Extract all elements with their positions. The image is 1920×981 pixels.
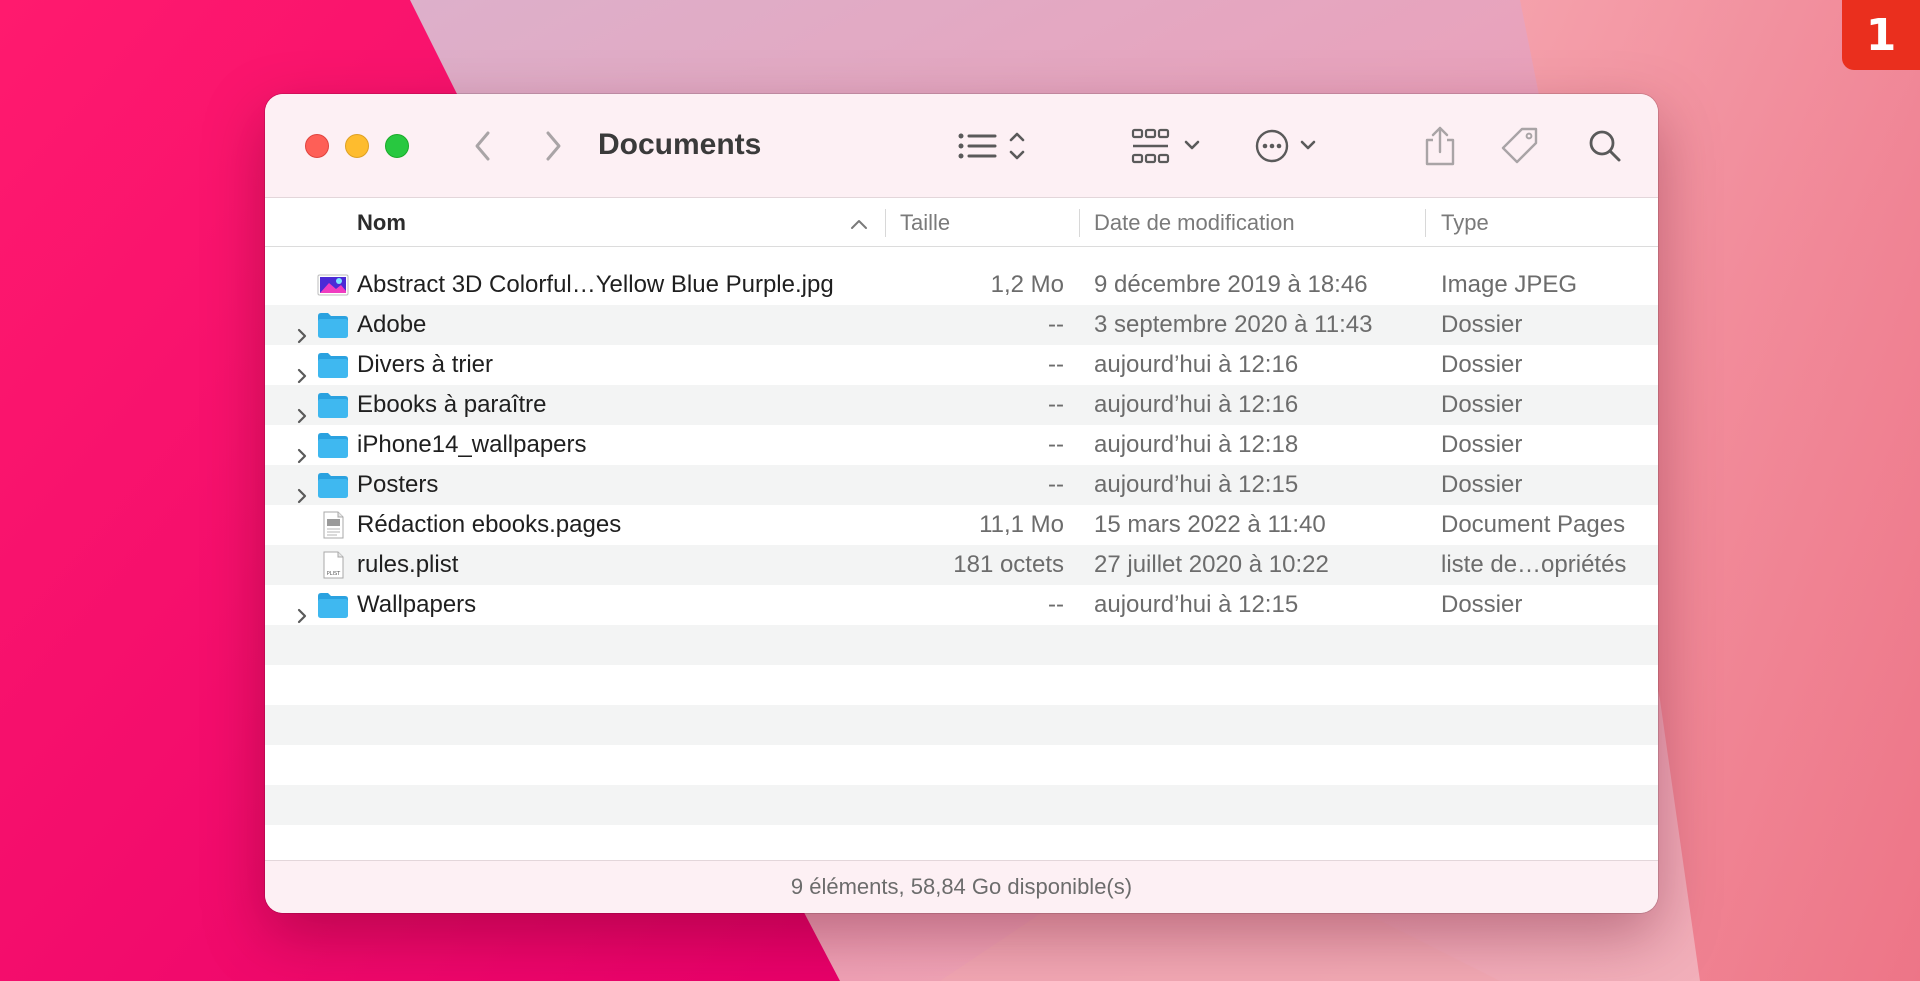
search-icon[interactable] [1583,124,1627,168]
file-size: -- [1048,591,1064,618]
disclosure-chevron-icon[interactable] [295,317,311,344]
column-date-header[interactable]: Date de modification [1094,199,1295,247]
file-row[interactable]: Abstract 3D Colorful…Yellow Blue Purple.… [265,265,1658,305]
file-date: aujourd’hui à 12:16 [1094,351,1299,378]
file-name: Rédaction ebooks.pages [357,511,622,538]
disclosure-chevron-icon[interactable] [295,597,311,624]
sort-ascending-icon[interactable] [848,213,870,235]
pages-document-icon [317,511,349,539]
file-type: Dossier [1441,311,1523,338]
column-type-header[interactable]: Type [1441,199,1489,247]
column-header: Nom Taille Date de modification Type [265,199,1658,247]
file-name: rules.plist [357,551,459,578]
file-date: 3 septembre 2020 à 11:43 [1094,311,1373,338]
column-separator[interactable] [1079,209,1080,237]
folder-icon [317,311,349,339]
file-row[interactable]: PLIST rules.plist 181 octets 27 juillet 202… [265,545,1658,585]
folder-icon [317,471,349,499]
grid-group-icon[interactable] [1131,124,1211,168]
file-row[interactable]: Rédaction ebooks.pages 11,1 Mo 15 mars 202… [265,505,1658,545]
file-row[interactable]: Divers à trier -- aujourd’hui à 12:16 Dossi… [265,345,1658,385]
file-row[interactable]: Adobe -- 3 septembre 2020 à 11:43 Dossier [265,305,1658,345]
file-row[interactable]: Ebooks à paraître -- aujourd’hui à 12:16 Do… [265,385,1658,425]
zoom-button[interactable] [385,134,409,158]
image-file-icon [317,271,349,299]
file-name: Posters [357,471,439,498]
file-size: 181 octets [953,551,1064,578]
file-size: 1,2 Mo [990,271,1064,298]
file-size: -- [1048,351,1064,378]
empty-row [265,705,1658,745]
file-size: -- [1048,311,1064,338]
file-name: iPhone14_wallpapers [357,431,587,458]
file-size: -- [1048,431,1064,458]
file-name: Divers à trier [357,351,494,378]
file-type: Dossier [1441,471,1523,498]
file-name: Adobe [357,311,427,338]
file-name: Abstract 3D Colorful…Yellow Blue Purple.… [357,271,834,298]
column-separator[interactable] [1425,209,1426,237]
folder-icon [317,391,349,419]
tag-icon[interactable] [1497,122,1543,170]
file-size: 11,1 Mo [979,511,1064,538]
share-icon[interactable] [1420,122,1460,170]
file-type: Dossier [1441,351,1523,378]
step-badge: 1 [1842,0,1920,70]
disclosure-chevron-icon[interactable] [295,397,311,424]
file-row[interactable]: Posters -- aujourd’hui à 12:15 Dossier [265,465,1658,505]
ellipsis-circle-icon[interactable] [1250,124,1330,168]
file-date: 9 décembre 2019 à 18:46 [1094,271,1368,298]
disclosure-chevron-icon[interactable] [295,477,311,504]
plist-icon-label: PLIST [327,571,341,577]
file-row[interactable]: iPhone14_wallpapers -- aujourd’hui à 12:18… [265,425,1658,465]
file-name: Wallpapers [357,591,477,618]
file-type: Dossier [1441,391,1523,418]
column-size-header[interactable]: Taille [900,199,950,247]
finder-window: Documents Nom Taille Date de modificatio… [265,94,1658,913]
empty-row [265,665,1658,705]
empty-row [265,825,1658,865]
disclosure-chevron-icon[interactable] [295,437,311,464]
chevron-left-icon[interactable] [463,126,503,166]
folder-icon [317,591,349,619]
file-type: liste de…opriétés [1441,551,1627,578]
column-separator[interactable] [885,209,886,237]
disclosure-chevron-icon[interactable] [295,357,311,384]
file-row[interactable]: Wallpapers -- aujourd’hui à 12:15 Dossier [265,585,1658,625]
list-view-icon[interactable] [953,126,1033,166]
file-date: 15 mars 2022 à 11:40 [1094,511,1326,538]
empty-row [265,745,1658,785]
folder-icon [317,351,349,379]
file-date: aujourd’hui à 12:15 [1094,591,1299,618]
file-date: aujourd’hui à 12:18 [1094,431,1299,458]
file-name: Ebooks à paraître [357,391,547,418]
minimize-button[interactable] [345,134,369,158]
empty-row [265,625,1658,665]
file-list: Abstract 3D Colorful…Yellow Blue Purple.… [265,265,1658,865]
file-date: 27 juillet 2020 à 10:22 [1094,551,1329,578]
toolbar: Documents [265,94,1658,198]
file-date: aujourd’hui à 12:16 [1094,391,1299,418]
file-type: Dossier [1441,591,1523,618]
folder-icon [317,431,349,459]
window-title: Documents [598,128,762,161]
empty-row [265,785,1658,825]
chevron-right-icon[interactable] [533,126,573,166]
file-type: Image JPEG [1441,271,1578,298]
plist-file-icon: PLIST [317,551,349,579]
file-size: -- [1048,471,1064,498]
file-size: -- [1048,391,1064,418]
column-name-header[interactable]: Nom [357,199,406,247]
file-type: Document Pages [1441,511,1626,538]
file-type: Dossier [1441,431,1523,458]
file-date: aujourd’hui à 12:15 [1094,471,1299,498]
status-bar: 9 éléments, 58,84 Go disponible(s) [265,860,1658,913]
close-button[interactable] [305,134,329,158]
